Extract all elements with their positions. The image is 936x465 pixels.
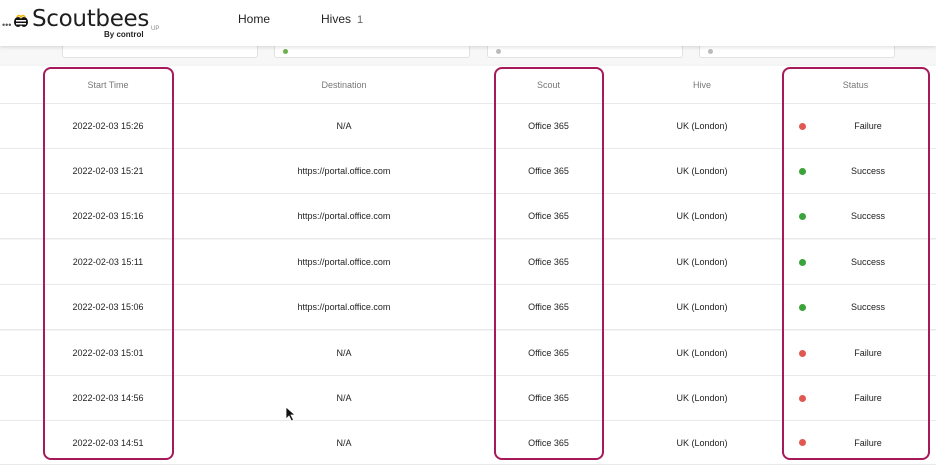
table-row[interactable]: 2022-02-03 15:21 https://portal.office.co… bbox=[0, 149, 936, 194]
filter-status-icon bbox=[283, 49, 288, 54]
status-label: Success bbox=[850, 302, 885, 312]
cell-destination: N/A bbox=[336, 121, 352, 131]
table-header-row: Start Time Destination Scout Hive Status bbox=[0, 66, 936, 104]
nav-hives-label: Hives bbox=[321, 12, 352, 26]
status-dot-icon bbox=[799, 439, 806, 446]
cell-destination: https://portal.office.com bbox=[297, 257, 391, 267]
cell-start-time: 2022-02-03 15:01 bbox=[72, 348, 144, 358]
cell-hive: UK (London) bbox=[676, 257, 728, 267]
cell-status: Success bbox=[783, 240, 928, 284]
cell-scout: Office 365 bbox=[528, 121, 569, 131]
status-dot-icon bbox=[799, 212, 806, 220]
top-navigation-bar: ••• Scoutbees By control UP Home Hives 1 bbox=[0, 0, 936, 46]
cell-destination: N/A bbox=[336, 393, 352, 403]
cell-destination: https://portal.office.com bbox=[297, 302, 391, 312]
cell-scout: Office 365 bbox=[528, 348, 569, 358]
cell-destination: N/A bbox=[336, 348, 352, 358]
status-dot-icon bbox=[799, 394, 806, 402]
table-row[interactable]: 2022-02-03 15:01 N/A Office 365 UK (London)… bbox=[0, 331, 936, 376]
cell-start-time: 2022-02-03 14:51 bbox=[72, 437, 144, 448]
brand-byline: By control bbox=[104, 30, 144, 39]
brand-tag: UP bbox=[151, 26, 160, 32]
status-label: Success bbox=[850, 257, 885, 267]
table-row[interactable]: 2022-02-03 14:56 N/A Office 365 UK (London)… bbox=[0, 376, 936, 421]
cell-scout: Office 365 bbox=[528, 393, 569, 403]
cell-start-time: 2022-02-03 15:21 bbox=[72, 166, 144, 176]
cell-scout: Office 365 bbox=[528, 302, 569, 312]
table-row[interactable]: 2022-02-03 15:26 N/A Office 365 UK (London)… bbox=[0, 104, 936, 149]
cell-hive: UK (London) bbox=[676, 393, 728, 403]
cell-start-time: 2022-02-03 14:56 bbox=[72, 393, 144, 403]
brand-name: Scoutbees bbox=[32, 6, 150, 32]
cell-start-time: 2022-02-03 15:06 bbox=[72, 302, 144, 312]
logo-dots: ••• bbox=[2, 20, 12, 30]
cell-hive: UK (London) bbox=[676, 166, 728, 176]
cell-status: Failure bbox=[783, 376, 928, 420]
status-dot-icon bbox=[799, 122, 806, 130]
hives-count: 1 bbox=[357, 14, 364, 26]
filter-bar bbox=[0, 40, 936, 64]
column-header-status[interactable]: Status bbox=[783, 66, 928, 103]
cell-scout: Office 365 bbox=[528, 211, 569, 221]
status-dot-icon bbox=[799, 303, 806, 311]
nav-hives-link[interactable]: Hives 1 bbox=[321, 12, 363, 26]
column-header-start-time[interactable]: Start Time bbox=[44, 66, 172, 103]
cell-start-time: 2022-02-03 15:16 bbox=[72, 211, 144, 221]
cell-start-time: 2022-02-03 15:11 bbox=[72, 257, 144, 267]
cell-scout: Office 365 bbox=[528, 257, 569, 267]
status-dot-icon bbox=[799, 258, 806, 266]
status-label: Failure bbox=[854, 121, 882, 131]
cell-status: Failure bbox=[783, 104, 928, 148]
column-header-destination[interactable]: Destination bbox=[172, 66, 516, 103]
table-row[interactable]: 2022-02-03 15:16 https://portal.office.co… bbox=[0, 194, 936, 239]
cell-status: Failure bbox=[783, 421, 928, 464]
cell-status: Failure bbox=[783, 331, 928, 375]
cell-status: Success bbox=[783, 149, 928, 193]
table-row[interactable]: 2022-02-03 15:11 https://portal.office.co… bbox=[0, 240, 936, 285]
status-label: Failure bbox=[854, 393, 882, 403]
cell-hive: UK (London) bbox=[676, 437, 728, 448]
cell-start-time: 2022-02-03 15:26 bbox=[72, 121, 144, 131]
cell-destination: N/A bbox=[336, 437, 352, 448]
status-label: Success bbox=[850, 166, 885, 176]
status-dot-icon bbox=[799, 349, 806, 357]
status-label: Failure bbox=[854, 348, 882, 358]
cell-hive: UK (London) bbox=[676, 348, 728, 358]
filter-status-icon bbox=[708, 49, 713, 54]
mouse-cursor-icon bbox=[285, 406, 297, 422]
cell-hive: UK (London) bbox=[676, 211, 728, 221]
cell-destination: https://portal.office.com bbox=[297, 166, 391, 176]
cell-destination: https://portal.office.com bbox=[297, 211, 391, 221]
table-row[interactable]: 2022-02-03 15:06 https://portal.office.co… bbox=[0, 285, 936, 330]
bee-icon bbox=[14, 14, 28, 27]
cell-scout: Office 365 bbox=[528, 437, 569, 448]
status-label: Failure bbox=[854, 437, 882, 448]
cell-status: Success bbox=[783, 194, 928, 238]
status-dot-icon bbox=[799, 167, 806, 175]
nav-home-label: Home bbox=[238, 12, 271, 26]
cell-hive: UK (London) bbox=[676, 302, 728, 312]
column-header-scout[interactable]: Scout bbox=[495, 66, 602, 103]
table-row[interactable]: 2022-02-03 14:51 N/A Office 365 UK (London)… bbox=[0, 421, 936, 465]
cell-status: Success bbox=[783, 285, 928, 329]
scoutbees-logo[interactable]: ••• Scoutbees By control UP bbox=[0, 4, 170, 39]
cell-hive: UK (London) bbox=[676, 121, 728, 131]
nav-home-link[interactable]: Home bbox=[238, 12, 270, 26]
cell-scout: Office 365 bbox=[528, 166, 569, 176]
filter-status-icon bbox=[496, 49, 501, 54]
status-label: Success bbox=[850, 211, 885, 221]
column-header-hive[interactable]: Hive bbox=[640, 66, 764, 103]
